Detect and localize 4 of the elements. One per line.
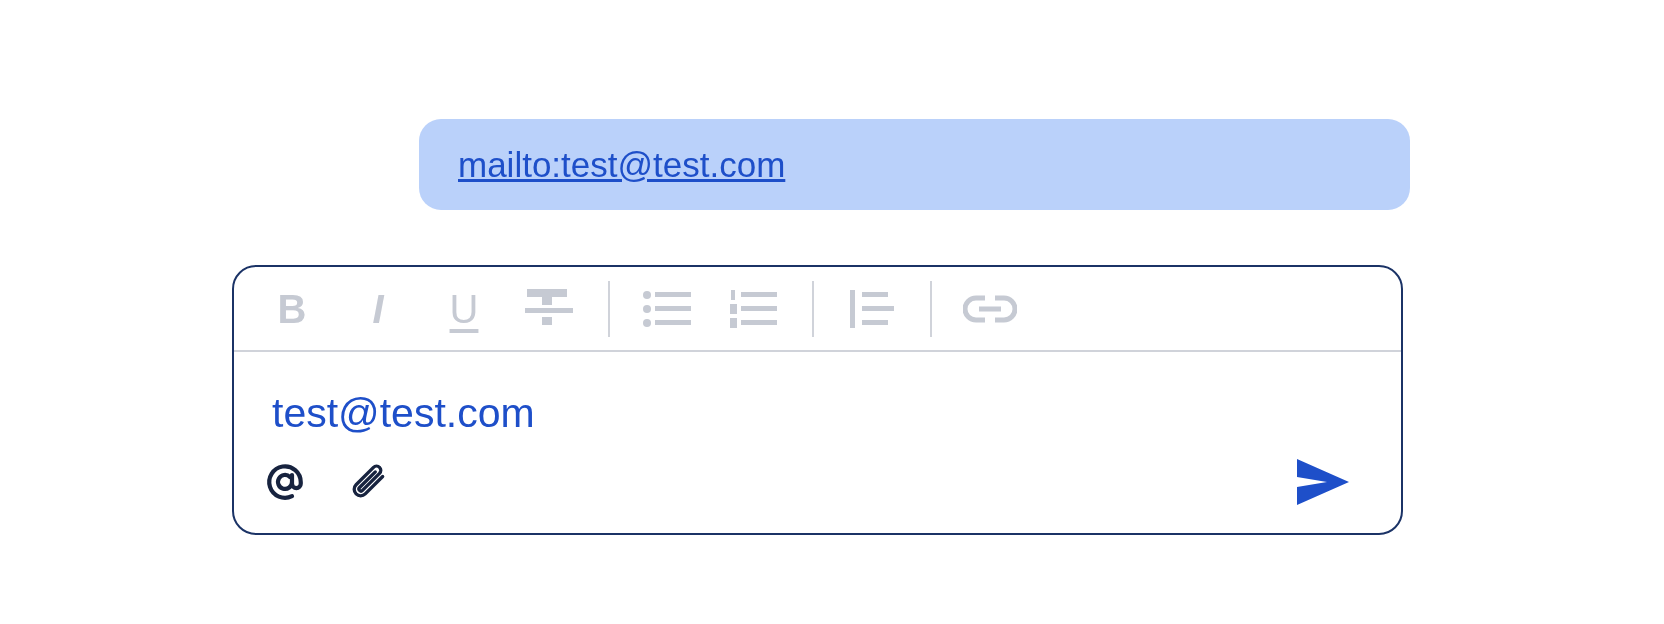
message-input[interactable]: test@test.com [272,390,1272,437]
mention-icon[interactable] [264,461,306,503]
email-link[interactable]: mailto:test@test.com [458,147,786,182]
send-icon[interactable] [1297,459,1349,505]
